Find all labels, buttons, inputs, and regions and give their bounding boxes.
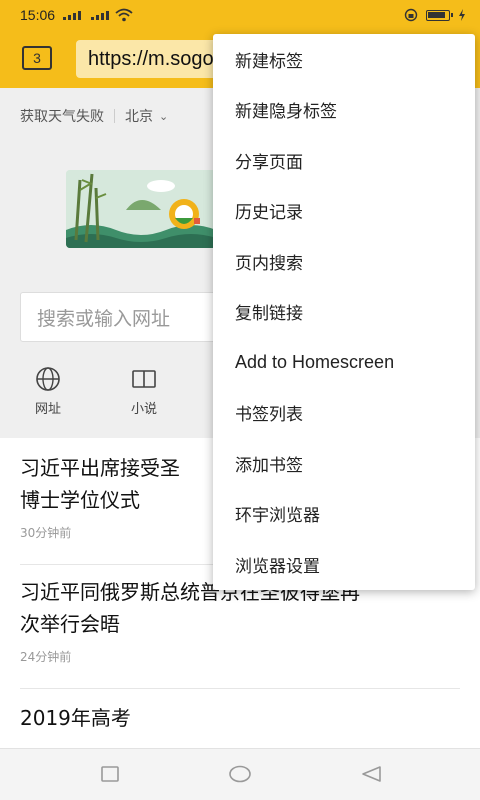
menu-item-browser-settings[interactable]: 浏览器设置 (213, 539, 475, 590)
recents-icon[interactable] (100, 765, 120, 783)
rotation-lock-icon (404, 8, 418, 22)
menu-item-history[interactable]: 历史记录 (213, 186, 475, 237)
quick-link-url[interactable]: 网址 (18, 366, 78, 417)
back-icon[interactable] (360, 765, 382, 783)
home-icon[interactable] (228, 765, 252, 783)
menu-item-new-tab[interactable]: 新建标签 (213, 34, 475, 85)
doodle-logo[interactable] (66, 170, 216, 248)
menu-item-copy-link[interactable]: 复制链接 (213, 287, 475, 338)
menu-item-add-bookmark[interactable]: 添加书签 (213, 438, 475, 489)
doodle-illustration (66, 170, 216, 248)
weather-divider (114, 109, 115, 123)
book-icon (132, 370, 156, 388)
menu-item-huanyu-browser[interactable]: 环宇浏览器 (213, 489, 475, 540)
quick-link-label: 小说 (130, 402, 157, 417)
weather-status: 获取天气失败 (20, 109, 104, 125)
system-navigation-bar (0, 748, 480, 800)
signal-icon (63, 10, 110, 20)
menu-item-bookmark-list[interactable]: 书签列表 (213, 388, 475, 439)
news-divider (20, 688, 460, 689)
menu-item-share-page[interactable]: 分享页面 (213, 135, 475, 186)
news-time: 24分钟前 (20, 650, 72, 664)
menu-item-new-incognito-tab[interactable]: 新建隐身标签 (213, 85, 475, 136)
status-bar: 15:06 (0, 0, 480, 30)
globe-icon (36, 367, 60, 391)
tab-switcher-button[interactable]: 3 (22, 46, 52, 70)
status-time: 15:06 (20, 7, 56, 23)
news-title: 2019年高考 (20, 706, 131, 730)
battery-icon (426, 9, 453, 21)
overflow-menu: 新建标签 新建隐身标签 分享页面 历史记录 页内搜索 复制链接 Add to H… (213, 34, 475, 590)
menu-item-add-to-homescreen[interactable]: Add to Homescreen (213, 337, 475, 388)
chevron-down-icon[interactable]: ⌄ (159, 110, 168, 123)
weather-widget[interactable]: 获取天气失败 北京 ⌄ (20, 106, 168, 126)
menu-item-find-in-page[interactable]: 页内搜索 (213, 236, 475, 287)
news-item[interactable]: 2019年高考 (20, 702, 460, 734)
quick-link-novel[interactable]: 小说 (114, 366, 174, 417)
wifi-icon (115, 8, 133, 22)
charging-icon (459, 9, 465, 21)
weather-city[interactable]: 北京 (125, 106, 153, 126)
quick-link-label: 网址 (34, 402, 61, 417)
